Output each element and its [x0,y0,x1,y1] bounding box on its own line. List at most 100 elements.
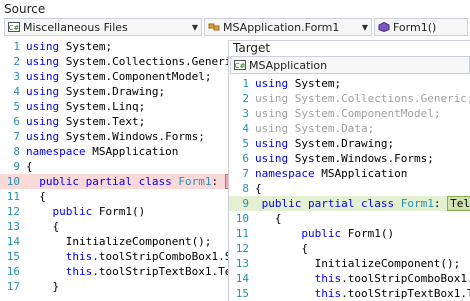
code-token: : [211,175,225,188]
code-line: 15 this.toolStripTextBox1.Te [229,286,470,301]
code-line: 6 using System.Text; [0,114,228,129]
line-number: 15 [6,250,20,263]
line-number: 7 [242,167,249,180]
code-line: 8{ [229,181,470,196]
code-line: 1 using System; [0,39,228,54]
member-combo-value: Form1() [393,20,437,34]
csharp-file-icon: C# [8,22,20,32]
code-token: .toolStripTextBox1.Te [92,265,228,278]
class-icon [208,23,220,31]
code-line: 11 { [0,189,228,204]
code-token: using [26,85,60,98]
code-token: Form1() [341,227,395,240]
code-line: 4 using System.Drawing; [0,84,228,99]
svg-text:C#: C# [9,24,20,32]
line-number: 13 [235,257,249,270]
code-token: public partial class [261,197,401,210]
code-line: 13 InitializeComponent(); [229,256,470,271]
base-class-highlight: Telerik. [447,196,470,211]
target-code-editor[interactable]: 1 using System; 2 using System.Collections.… [229,76,470,301]
code-token: System.Text; [59,115,146,128]
code-token: using [255,92,289,105]
code-line: 15 this.toolStripComboBox1.Se [0,249,228,264]
project-combo-value: Miscellaneous Files [23,20,128,34]
code-token: System; [288,77,342,90]
line-number: 4 [242,122,249,135]
code-token: } [26,280,60,293]
code-line: 7 namespace MSApplication [229,166,470,181]
code-token: System.ComponentModel; [59,70,212,83]
target-combo[interactable]: C# MSApplication [230,56,470,74]
svg-text:C#: C# [235,62,246,70]
project-combo[interactable]: C# Miscellaneous Files ▼ [4,18,202,36]
code-line: 7 using System.Windows.Forms; [0,129,228,144]
code-token: using [26,130,60,143]
code-token: System.Collections.Generic; [288,92,470,105]
code-token: public [52,205,93,218]
type-combo[interactable]: MSApplication.Form1 ▼ [204,18,372,36]
code-token: System.Windows.Forms; [59,130,205,143]
line-number: 12 [235,242,249,255]
code-line: 1 using System; [229,76,470,91]
code-token: using [26,70,60,83]
code-line: 6 using System.Windows.Forms; [229,151,470,166]
line-number: 11 [235,227,249,240]
line-number: 10 [6,175,20,188]
code-token: using [255,122,289,135]
line-number: 7 [13,130,20,143]
code-token: this [314,287,342,300]
chevron-down-icon[interactable]: ▼ [359,23,371,32]
target-title: Target [233,41,271,55]
code-token: System.ComponentModel; [288,107,441,120]
code-line: 13 { [0,219,228,234]
line-number: 3 [13,70,20,83]
code-token: using [26,100,60,113]
code-token: public [301,227,342,240]
target-pane: Target C# MSApplication 1 using System; 2 u… [228,40,470,301]
source-code-editor[interactable]: 1 using System; 2 using System.Collections.… [0,39,228,300]
code-token: System.Data; [288,122,375,135]
line-number: 11 [6,190,20,203]
code-token: this [65,265,93,278]
line-number: 1 [13,40,20,53]
line-number: 6 [13,115,20,128]
code-token: using [26,115,60,128]
code-line: 16 this.toolStripTextBox1.Te [0,264,228,279]
code-token: System.Windows.Forms; [288,152,434,165]
code-token: .toolStripTextBox1.Te [341,287,470,300]
source-title: Source [4,2,46,16]
type-combo-value: MSApplication.Form1 [223,20,340,34]
code-token: { [255,242,308,255]
code-token: namespace [26,145,86,158]
code-line: 10 public partial class Form1: Form [0,174,228,189]
line-number: 9 [13,160,20,173]
line-number: 17 [6,280,20,293]
code-line: 3 using System.ComponentModel; [229,106,470,121]
code-token: this [314,272,342,285]
line-number: 13 [6,220,20,233]
line-number: 10 [235,212,249,225]
code-token: Form1 [400,197,434,210]
code-token: : [433,197,448,210]
code-token: public partial class [39,175,179,188]
member-combo[interactable]: Form1() [374,18,468,36]
code-token: using [26,40,60,53]
code-token: { [26,160,33,173]
code-line: 14 this.toolStripComboBox1.Se [229,271,470,286]
code-token: { [255,212,282,225]
code-token: System.Drawing; [59,85,166,98]
code-token: using [255,152,289,165]
line-number: 8 [13,145,20,158]
code-token: { [255,182,262,195]
code-line: 5 using System.Linq; [0,99,228,114]
code-line: 2 using System.Collections.Generic; [229,91,470,106]
code-line: 3 using System.ComponentModel; [0,69,228,84]
chevron-down-icon[interactable]: ▼ [189,23,201,32]
line-number: 14 [6,235,20,248]
line-number: 2 [242,92,249,105]
code-token: { [26,190,46,203]
